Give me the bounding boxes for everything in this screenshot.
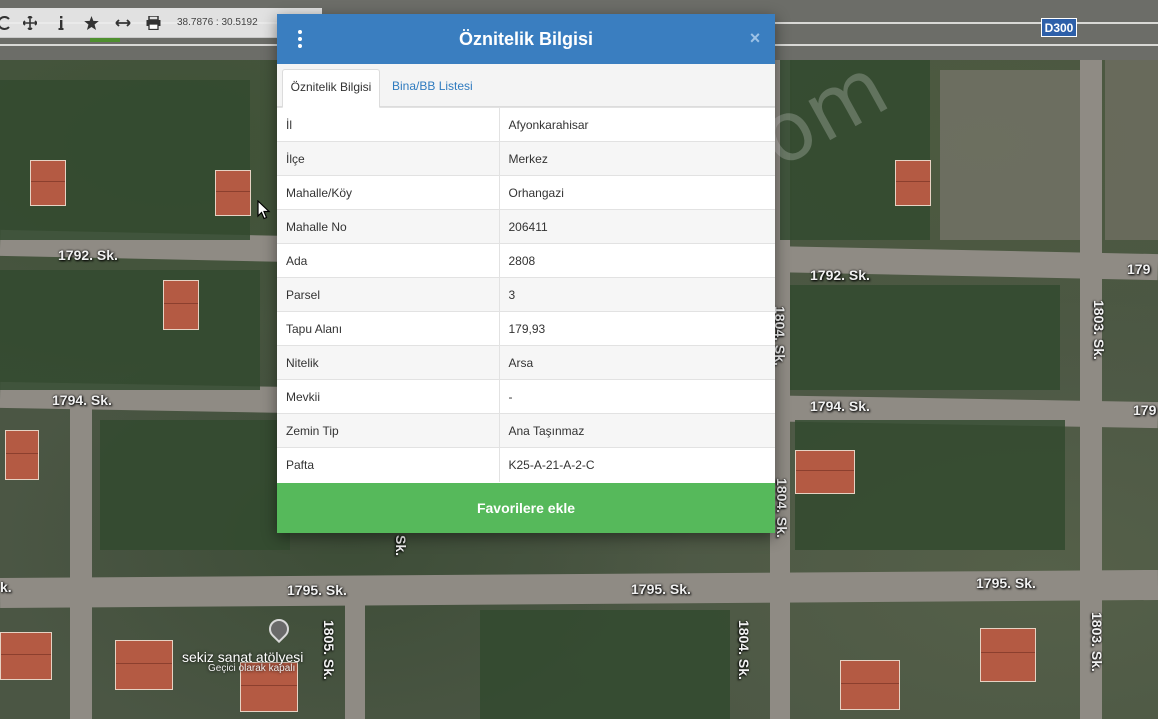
building (795, 450, 855, 494)
street-label-1794: 1794. Sk. (810, 398, 870, 414)
attribute-key: Ada (277, 243, 500, 278)
street-label-1804: 1804. Sk. (774, 478, 790, 538)
star-icon[interactable] (76, 8, 107, 38)
mouse-cursor-icon (257, 200, 271, 220)
road-1805 (345, 580, 365, 719)
street-label-1792: 179 (1127, 261, 1151, 277)
dialog-header: Öznitelik Bilgisi × (277, 14, 775, 64)
menu-icon[interactable] (296, 30, 304, 48)
building (163, 280, 199, 330)
attribute-value: 3 (499, 277, 775, 312)
attribute-value: Afyonkarahisar (499, 107, 775, 142)
attribute-key: Mahalle No (277, 209, 500, 244)
attribute-row: Nitelik Arsa (277, 345, 775, 380)
attribute-key: İl (277, 107, 500, 142)
attribute-row: İl Afyonkarahisar (277, 107, 775, 142)
building (840, 660, 900, 710)
road-west (70, 400, 92, 719)
attribute-row: Mahalle No 206411 (277, 209, 775, 244)
map-toolbar: 38.7876 : 30.5192 (0, 8, 322, 38)
building (115, 640, 173, 690)
building (30, 160, 66, 206)
field (0, 270, 260, 390)
attribute-value: Ana Taşınmaz (499, 413, 775, 448)
street-label-1803: 1803. Sk. (1091, 300, 1107, 360)
field (780, 60, 930, 240)
street-label-1795: 1795. Sk. (631, 581, 691, 597)
street-label-fragment: k. (0, 579, 12, 595)
move-icon[interactable] (14, 8, 45, 38)
attribute-key: İlçe (277, 141, 500, 176)
street-label-1795: 1795. Sk. (976, 575, 1036, 591)
attribute-key: Mahalle/Köy (277, 175, 500, 210)
street-label-1804: 1804. Sk. (736, 620, 752, 680)
map-pin-icon[interactable] (264, 614, 294, 644)
building (980, 628, 1036, 682)
street-label-1794: 1794. Sk. (52, 392, 112, 408)
attribute-row: Tapu Alanı 179,93 (277, 311, 775, 346)
street-label-1795: 1795. Sk. (287, 582, 347, 598)
add-to-favorites-button[interactable]: Favorilere ekle (277, 483, 775, 533)
building (5, 430, 39, 480)
street-label-fragment: Sk. (393, 535, 409, 557)
measure-icon[interactable] (107, 8, 138, 38)
road-sign-d300: D300 (1041, 18, 1077, 37)
info-icon[interactable] (45, 8, 76, 38)
attribute-key: Pafta (277, 447, 500, 482)
attribute-value: 206411 (499, 209, 775, 244)
street-label-1803: 1803. Sk. (1089, 612, 1105, 672)
toolbar-active-indicator (90, 38, 120, 42)
attribute-key: Tapu Alanı (277, 311, 500, 346)
attribute-value: - (499, 379, 775, 414)
tab-building-list[interactable]: Bina/BB Listesi (382, 69, 483, 107)
empty-lot (1105, 60, 1158, 240)
tab-attribute-info[interactable]: Öznitelik Bilgisi (282, 69, 380, 108)
street-label-1794: 179 (1133, 402, 1157, 418)
attribute-value: K25-A-21-A-2-C (499, 447, 775, 482)
attribute-key: Parsel (277, 277, 500, 312)
coordinate-readout: 38.7876 : 30.5192 (177, 17, 258, 28)
refresh-icon[interactable] (0, 8, 14, 38)
attribute-row: Pafta K25-A-21-A-2-C (277, 447, 775, 482)
street-label-1805: 1805. Sk. (321, 620, 337, 680)
attribute-value: Orhangazi (499, 175, 775, 210)
attribute-row: Ada 2808 (277, 243, 775, 278)
building (0, 632, 52, 680)
dialog-tabs: Öznitelik Bilgisi Bina/BB Listesi (277, 64, 775, 108)
field (480, 610, 730, 719)
field (790, 285, 1060, 390)
dialog-title: Öznitelik Bilgisi (458, 28, 594, 49)
attribute-key: Nitelik (277, 345, 500, 380)
print-icon[interactable] (138, 8, 169, 38)
street-label-1792: 1792. Sk. (58, 247, 118, 263)
attribute-key: Zemin Tip (277, 413, 500, 448)
attribute-value: Merkez (499, 141, 775, 176)
attribute-key: Mevkii (277, 379, 500, 414)
attribute-row: Zemin Tip Ana Taşınmaz (277, 413, 775, 448)
attribute-row: Mevkii - (277, 379, 775, 414)
empty-lot (940, 70, 1080, 240)
attribute-value: 2808 (499, 243, 775, 278)
attribute-row: Mahalle/Köy Orhangazi (277, 175, 775, 210)
attribute-value: 179,93 (499, 311, 775, 346)
close-icon[interactable]: × (747, 28, 763, 48)
attribute-value: Arsa (499, 345, 775, 380)
building (215, 170, 251, 216)
attribute-info-dialog: Öznitelik Bilgisi × Öznitelik Bilgisi Bi… (277, 14, 775, 533)
street-label-1792: 1792. Sk. (810, 267, 870, 283)
poi-status: Geçici olarak kapalı (208, 663, 296, 674)
field (100, 420, 290, 550)
attribute-table: İl Afyonkarahisar İlçe Merkez Mahalle/Köy Orh… (277, 107, 775, 482)
building (895, 160, 931, 206)
attribute-row: Parsel 3 (277, 277, 775, 312)
attribute-row: İlçe Merkez (277, 141, 775, 176)
